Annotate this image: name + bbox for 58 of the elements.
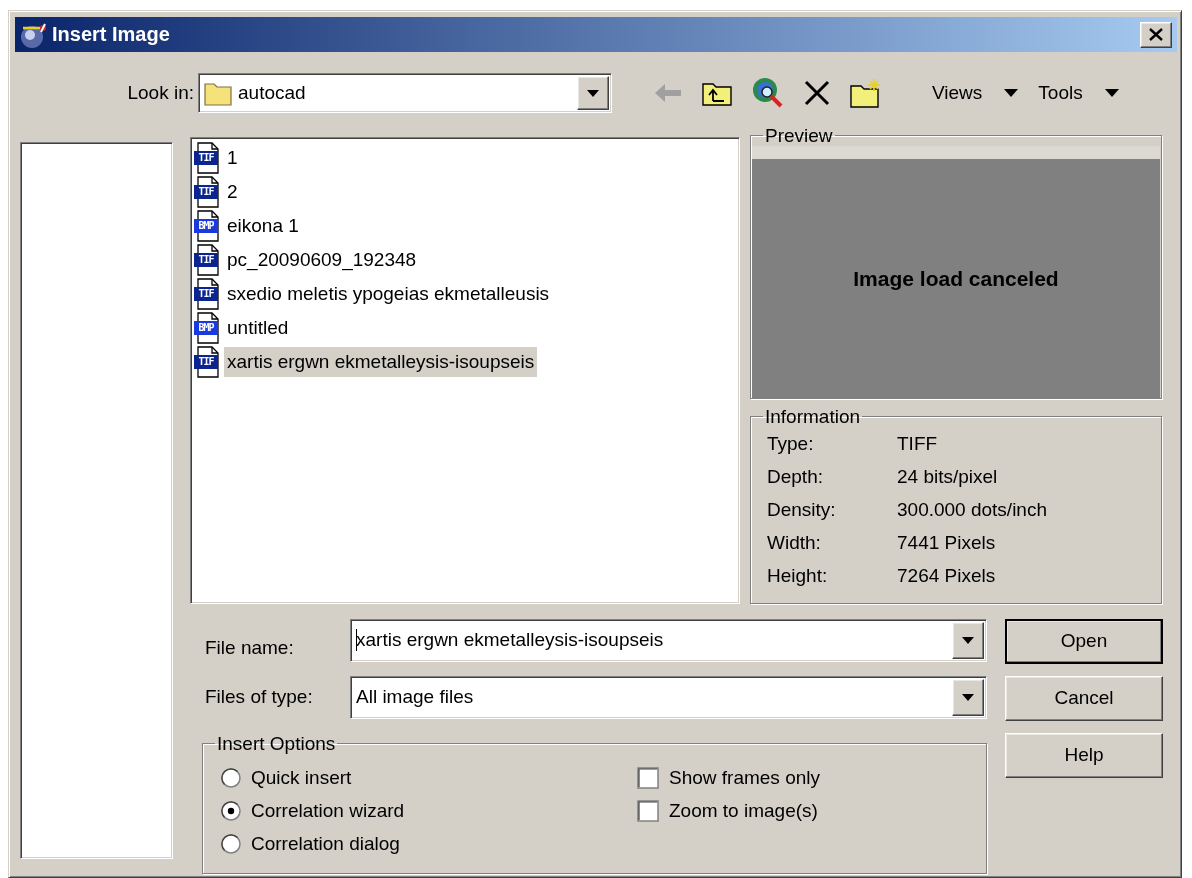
file-name-field[interactable]: xartis ergwn ekmetalleysis-isoupseis [350,618,987,662]
info-value: 24 bits/pixel [897,464,999,489]
option-label[interactable]: Zoom to image(s) [669,800,818,822]
field-label: File name: [205,636,295,659]
file-item[interactable]: 1 [224,142,241,173]
dropdown-button[interactable] [577,76,609,110]
dropdown-button[interactable] [952,678,984,716]
dialog-button[interactable]: Help [1005,732,1163,778]
web-search-icon[interactable] [752,77,784,109]
group-title: Information [764,406,862,427]
info-value: 7264 Pixels [897,563,997,588]
info-value: 7441 Pixels [897,530,997,555]
caret-icon [587,89,599,97]
group-title: Preview [764,125,834,146]
field-label: Files of type: [205,686,314,708]
radio-button[interactable] [221,834,241,854]
option-label[interactable]: Correlation wizard [251,800,405,822]
option-label[interactable]: Correlation dialog [251,833,400,855]
caret-icon [962,636,974,644]
radio-button[interactable] [221,801,241,821]
delete-icon[interactable] [804,80,830,106]
caret-icon [1104,89,1119,97]
look-in-dropdown[interactable]: autocad [198,73,612,113]
dialog-button[interactable]: Open [1005,618,1163,664]
group-title: Insert Options [216,733,337,754]
folder-up-icon[interactable] [702,80,732,106]
dialog-button[interactable]: Cancel [1005,675,1163,721]
file-type-dropdown[interactable]: All image files [350,675,987,719]
dropdown-button[interactable] [952,621,984,659]
info-value: 300.000 dots/inch [897,497,1048,522]
caret-icon [962,693,974,701]
folder-icon [204,80,232,106]
preview-message: Image load canceled [853,266,1059,291]
checkbox[interactable] [637,767,659,789]
info-label: Type: [767,431,815,456]
info-label: Density: [767,497,837,522]
info-label: Width: [767,530,822,555]
new-folder-icon[interactable] [850,78,882,108]
file-item[interactable]: 2 [224,176,241,207]
close-icon [1149,28,1163,41]
info-label: Height: [767,563,829,588]
toolbar-menu[interactable]: Tools [1038,82,1119,104]
toolbar-menu[interactable]: Views [932,82,1019,104]
file-item[interactable]: eikona 1 [224,210,302,241]
option-label[interactable]: Quick insert [251,767,352,789]
radio-button[interactable] [221,768,241,788]
info-label: Depth: [767,464,824,489]
caret-icon [1004,89,1019,97]
checkbox[interactable] [637,800,659,822]
file-item[interactable]: untitled [224,312,292,343]
close-button[interactable] [1140,21,1172,48]
file-item[interactable]: pc_20090609_192348 [224,244,420,275]
file-item[interactable]: xartis ergwn ekmetalleysis-isoupseis [224,346,538,377]
look-in-label: Look in: [126,82,195,104]
window-title: Insert Image [52,23,171,46]
file-item[interactable]: sxedio meletis ypogeias ekmetalleusis [224,278,553,309]
option-label[interactable]: Show frames only [669,767,820,789]
info-value: TIFF [897,431,939,456]
